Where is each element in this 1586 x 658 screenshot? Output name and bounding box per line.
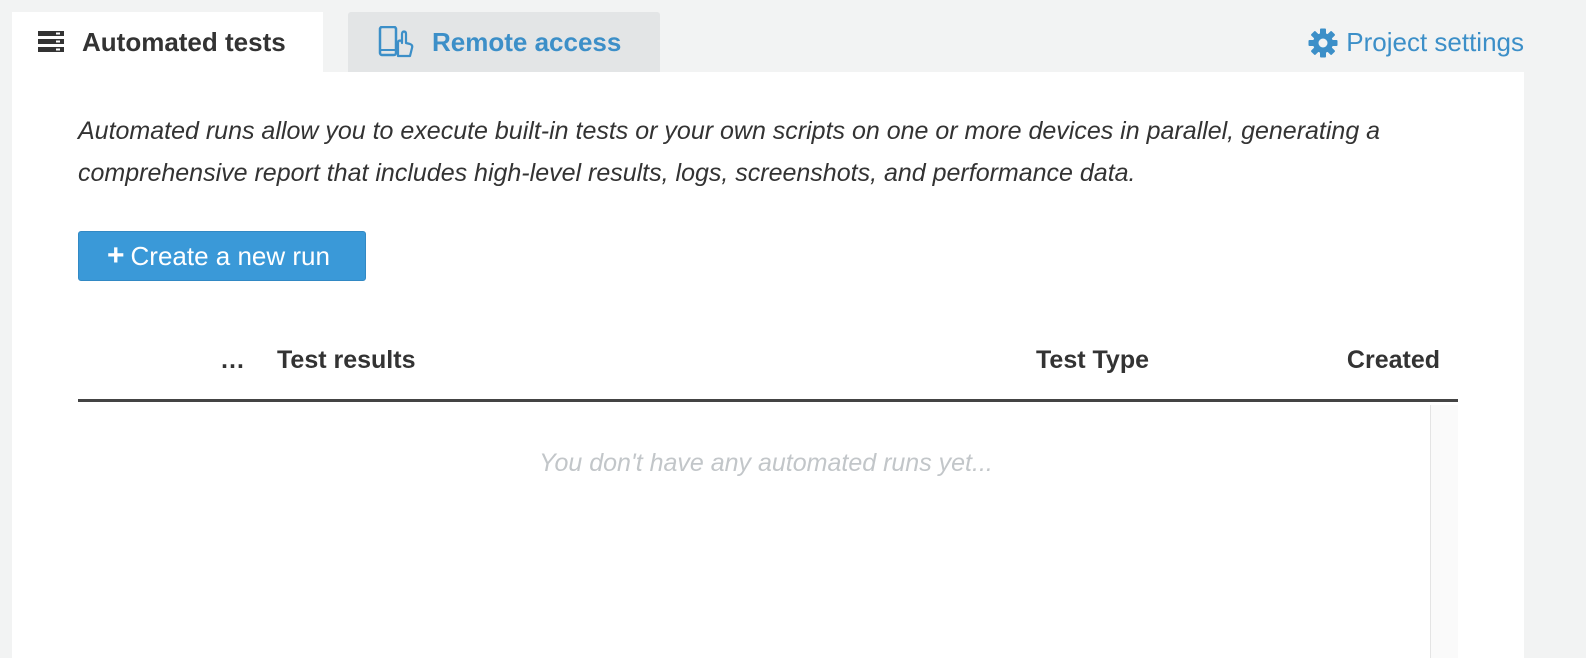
automated-tests-panel: Automated runs allow you to execute buil… — [12, 72, 1524, 658]
create-new-run-label: Create a new run — [130, 240, 330, 271]
server-list-icon — [38, 31, 64, 53]
runs-table-body: You don't have any automated runs yet... — [78, 405, 1458, 658]
gear-icon — [1308, 28, 1338, 58]
plus-icon: + — [107, 239, 125, 272]
phone-touch-icon — [378, 26, 414, 58]
column-header-test-type[interactable]: Test Type — [1036, 346, 1149, 375]
app-root: Automated tests Remote access Project se… — [0, 0, 1586, 658]
project-settings-link[interactable]: Project settings — [1308, 27, 1524, 58]
column-header-test-results[interactable]: Test results — [277, 346, 415, 375]
create-new-run-button[interactable]: + Create a new run — [78, 231, 366, 281]
tab-automated-tests-label: Automated tests — [82, 26, 286, 57]
column-header-more[interactable]: … — [220, 346, 245, 375]
empty-runs-message: You don't have any automated runs yet... — [539, 449, 993, 477]
column-header-created[interactable]: Created — [1347, 346, 1440, 375]
runs-table-header: … Test results Test Type Created — [78, 334, 1458, 402]
tab-remote-access[interactable]: Remote access — [348, 12, 660, 72]
tab-automated-tests[interactable]: Automated tests — [12, 12, 323, 72]
automated-runs-description: Automated runs allow you to execute buil… — [78, 117, 1381, 187]
project-settings-label: Project settings — [1346, 27, 1524, 57]
tab-remote-access-label: Remote access — [432, 26, 622, 57]
table-scrollbar[interactable] — [1430, 405, 1458, 658]
